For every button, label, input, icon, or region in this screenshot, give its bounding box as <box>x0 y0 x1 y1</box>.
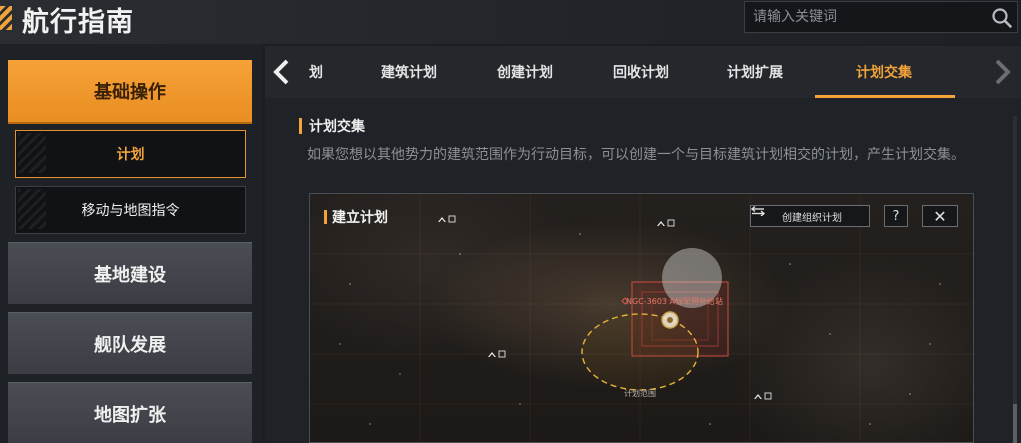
search-box[interactable] <box>744 1 1018 33</box>
page-title: 航行指南 <box>22 7 134 38</box>
chevron-right-icon[interactable] <box>991 58 1013 86</box>
tab-plan-expansion[interactable]: 计划扩展 <box>727 62 783 82</box>
tab-building-plan[interactable]: 建筑计划 <box>381 62 437 82</box>
section-accent-bar <box>299 118 302 134</box>
sidebar-item-label: 基础操作 <box>94 82 166 103</box>
tab-recycle-plan[interactable]: 回收计划 <box>613 62 669 82</box>
map-title-accent <box>324 210 327 224</box>
tab-bar: 划 建筑计划 创建计划 回收计划 计划扩展 计划交集 <box>265 46 1021 98</box>
tab-create-plan[interactable]: 创建计划 <box>497 62 553 82</box>
sidebar-item-basic-operations[interactable]: 基础操作 <box>8 60 252 122</box>
close-icon[interactable]: ✕ <box>922 205 958 227</box>
tab-plan-intersection[interactable]: 计划交集 <box>856 62 912 82</box>
create-organization-plan-button[interactable]: 创建组织计划 <box>750 205 870 227</box>
search-icon[interactable] <box>991 7 1013 29</box>
fleet-marker-icon[interactable] <box>661 311 679 329</box>
help-icon[interactable]: ? <box>884 205 908 227</box>
station-label: NGC-3603 A标军用补给站 <box>626 297 724 306</box>
scrollbar-thumb[interactable] <box>1013 404 1017 443</box>
search-input[interactable] <box>753 6 983 28</box>
section-title: 计划交集 <box>309 119 365 135</box>
sidebar-item-label: 地图扩张 <box>94 404 166 426</box>
content-panel: 计划交集 如果您想以其他势力的建筑范围作为行动目标，可以创建一个与目标建筑计划相… <box>265 98 1021 443</box>
sidebar-item-fleet-development[interactable]: 舰队发展 <box>8 312 252 374</box>
swap-icon <box>751 206 765 216</box>
sidebar-item-base-building[interactable]: 基地建设 <box>8 242 252 304</box>
subitem-stripe <box>18 189 46 229</box>
section-description: 如果您想以其他势力的建筑范围作为行动目标，可以创建一个与目标建筑计划相交的计划，… <box>307 147 965 163</box>
tab-plan-partial[interactable]: 划 <box>309 62 323 82</box>
sidebar-item-label: 基地建设 <box>94 264 166 286</box>
header-bar: 航行指南 <box>0 0 1021 44</box>
sidebar: 基础操作 计划 移动与地图指令 基地建设 舰队发展 地图扩张 <box>0 44 262 443</box>
sidebar-subitem-movement-map-commands[interactable]: 移动与地图指令 <box>15 186 246 234</box>
title-accent-stripe <box>0 6 12 30</box>
map-canvas <box>310 194 973 442</box>
scrollbar-track[interactable] <box>1013 116 1017 443</box>
chevron-left-icon[interactable] <box>271 58 293 86</box>
sidebar-subitem-label: 移动与地图指令 <box>81 203 180 219</box>
map-panel-title: 建立计划 <box>332 210 388 226</box>
game-map-screenshot: 建立计划 创建组织计划 ? ✕ NGC-3603 A标军用补给站 计划范围 <box>309 193 974 443</box>
plan-range-label: 计划范围 <box>624 389 656 398</box>
sidebar-item-label: 舰队发展 <box>94 334 166 356</box>
create-plan-label: 创建组织计划 <box>782 212 842 224</box>
subitem-stripe <box>18 133 46 173</box>
plan-range-circle <box>581 313 699 391</box>
sidebar-item-map-expansion[interactable]: 地图扩张 <box>8 382 252 443</box>
sidebar-subitem-label: 计划 <box>116 147 145 163</box>
sidebar-subitem-plan[interactable]: 计划 <box>15 130 246 178</box>
